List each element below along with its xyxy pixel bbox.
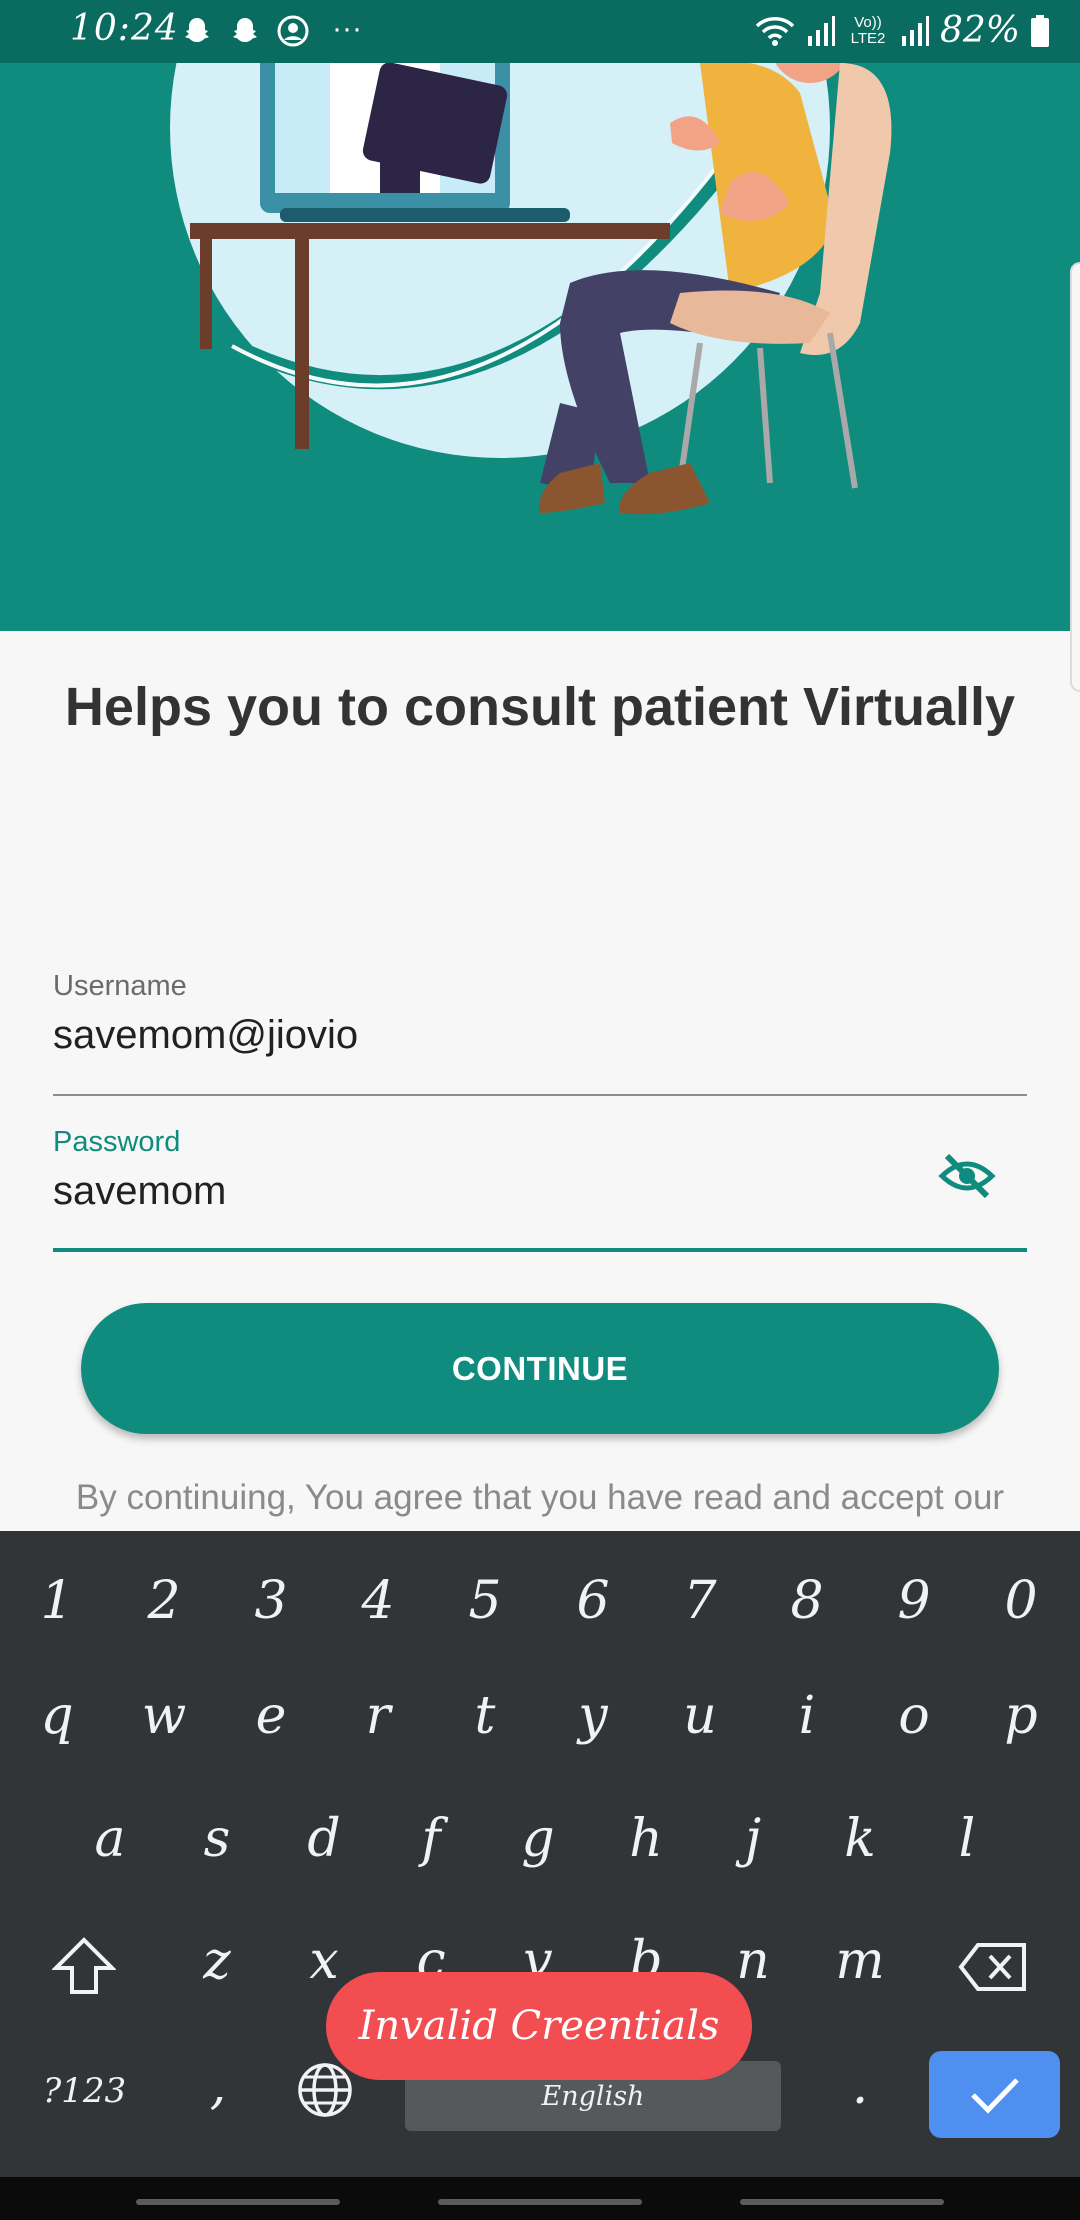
- key-p[interactable]: p: [981, 1686, 1061, 1746]
- snapchat-icon: [185, 18, 209, 42]
- continue-button[interactable]: CONTINUE: [81, 1303, 999, 1434]
- soft-keyboard[interactable]: 1234567890 qwertyuiop asdfghjkl zxcvbnm …: [0, 1531, 1080, 2177]
- done-key[interactable]: [929, 2051, 1060, 2138]
- username-label: Username: [53, 970, 187, 1002]
- notification-icons: ···: [180, 14, 362, 48]
- key-4[interactable]: 4: [338, 1571, 418, 1631]
- status-right: Vo)) LTE2 82%: [754, 10, 1050, 51]
- backspace-icon: [958, 1943, 1026, 1991]
- username-underline: [53, 1094, 1027, 1096]
- key-r[interactable]: r: [338, 1686, 418, 1746]
- shift-icon: [51, 1937, 117, 1994]
- toggle-password-visibility-button[interactable]: [937, 1146, 997, 1206]
- eye-off-icon: [938, 1153, 996, 1199]
- scroll-indicator[interactable]: [1070, 262, 1080, 692]
- status-time: 10:24: [70, 8, 179, 49]
- password-underline: [53, 1248, 1027, 1252]
- period-key[interactable]: .: [820, 2056, 900, 2116]
- key-l[interactable]: l: [927, 1809, 1007, 1869]
- key-i[interactable]: i: [767, 1686, 847, 1746]
- battery-icon: [1031, 14, 1049, 47]
- backspace-key[interactable]: [958, 1941, 1028, 1998]
- globe-icon: [298, 2063, 352, 2117]
- signal-icon: [807, 15, 835, 46]
- key-7[interactable]: 7: [660, 1571, 740, 1631]
- key-z[interactable]: z: [177, 1931, 257, 1991]
- username-field[interactable]: Username savemom@jiovio: [53, 970, 1027, 1098]
- key-d[interactable]: d: [284, 1809, 364, 1869]
- key-j[interactable]: j: [713, 1809, 793, 1869]
- key-y[interactable]: y: [553, 1686, 633, 1746]
- key-f[interactable]: f: [391, 1809, 471, 1869]
- key-2[interactable]: 2: [124, 1571, 204, 1631]
- checkmark-icon: [970, 2077, 1019, 2114]
- username-input[interactable]: savemom@jiovio: [53, 1013, 1027, 1058]
- key-3[interactable]: 3: [231, 1571, 311, 1631]
- key-6[interactable]: 6: [553, 1571, 633, 1631]
- key-u[interactable]: u: [660, 1686, 740, 1746]
- symbols-key[interactable]: ?123: [43, 2071, 126, 2111]
- error-toast: Invalid Creentials: [326, 1972, 752, 2080]
- key-k[interactable]: k: [820, 1809, 900, 1869]
- key-a[interactable]: a: [70, 1809, 150, 1869]
- nav-back-handle[interactable]: [740, 2199, 944, 2205]
- key-1[interactable]: 1: [17, 1571, 97, 1631]
- hero-illustration: [0, 63, 1080, 631]
- account-icon: [277, 15, 309, 47]
- password-field[interactable]: Password savemom: [53, 1126, 1027, 1254]
- signal-icon: [901, 15, 929, 46]
- navigation-bar: [0, 2177, 1080, 2220]
- key-o[interactable]: o: [874, 1686, 954, 1746]
- language-key[interactable]: [296, 2061, 354, 2124]
- shift-key[interactable]: [51, 1936, 117, 2001]
- key-0[interactable]: 0: [981, 1571, 1061, 1631]
- key-w[interactable]: w: [124, 1686, 204, 1746]
- page-title: Helps you to consult patient Virtually: [64, 677, 1016, 737]
- doctor-consultation-illustration: [170, 63, 892, 515]
- network-type-label: Vo)) LTE2: [850, 13, 886, 47]
- key-e[interactable]: e: [231, 1686, 311, 1746]
- key-s[interactable]: s: [177, 1809, 257, 1869]
- password-input[interactable]: savemom: [53, 1169, 1027, 1214]
- more-notifications-icon: ···: [332, 12, 362, 45]
- comma-key[interactable]: ,: [178, 2056, 258, 2116]
- key-t[interactable]: t: [445, 1686, 525, 1746]
- key-h[interactable]: h: [606, 1809, 686, 1869]
- nav-recents-handle[interactable]: [136, 2199, 340, 2205]
- key-m[interactable]: m: [820, 1931, 900, 1991]
- status-bar: 10:24 ··· Vo)) LTE2 82%: [0, 0, 1080, 63]
- key-5[interactable]: 5: [445, 1571, 525, 1631]
- key-8[interactable]: 8: [767, 1571, 847, 1631]
- terms-text: By continuing, You agree that you have r…: [75, 1478, 1005, 1517]
- snapchat-icon: [233, 18, 257, 42]
- password-label: Password: [53, 1126, 181, 1158]
- key-g[interactable]: g: [498, 1809, 578, 1869]
- battery-percent: 82%: [939, 10, 1020, 51]
- nav-home-handle[interactable]: [438, 2199, 642, 2205]
- key-q[interactable]: q: [17, 1686, 97, 1746]
- key-9[interactable]: 9: [874, 1571, 954, 1631]
- wifi-icon: [755, 16, 795, 46]
